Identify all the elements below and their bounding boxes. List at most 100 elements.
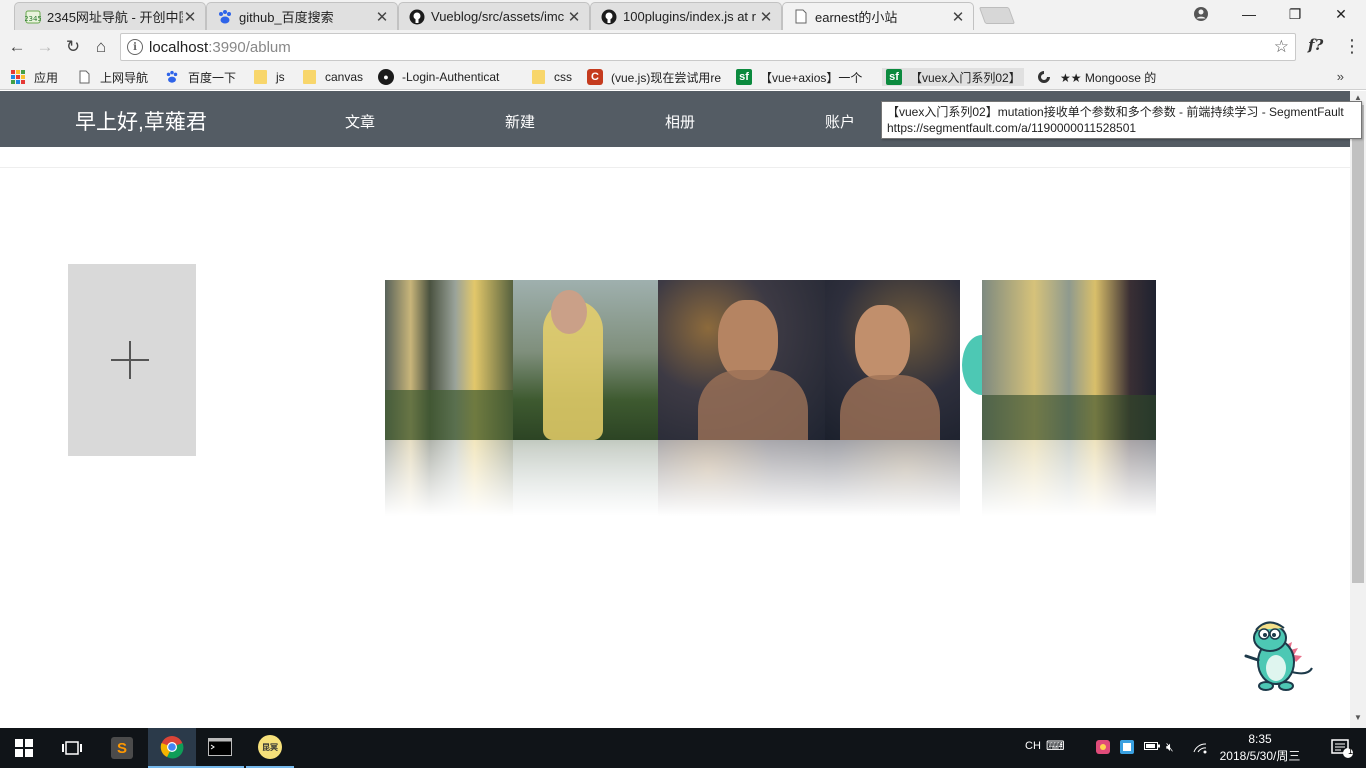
bookmark-label: canvas xyxy=(325,70,364,84)
tab-close-icon[interactable]: ✕ xyxy=(759,8,773,26)
bookmark-login-auth[interactable]: ● -Login-Authenticat xyxy=(378,68,510,86)
bookmark-folder-css[interactable]: css xyxy=(530,68,572,86)
tab-title: earnest的小站 xyxy=(815,10,898,25)
github-icon xyxy=(409,9,425,25)
sublime-text-icon[interactable]: S xyxy=(98,728,146,768)
minimize-button[interactable]: — xyxy=(1226,0,1272,28)
tab-close-icon[interactable]: ✕ xyxy=(951,8,965,26)
album-photo[interactable] xyxy=(825,280,960,440)
address-bar[interactable]: i localhost:3990/ablum ☆ xyxy=(120,33,1296,61)
tab-close-icon[interactable]: ✕ xyxy=(183,8,197,26)
bookmark-shangwang[interactable]: 上网导航 xyxy=(76,68,148,86)
tab-baidu-search[interactable]: github_百度搜索 ✕ xyxy=(206,2,398,30)
bookmarks-overflow-icon[interactable]: » xyxy=(1337,69,1344,84)
bookmark-folder-js[interactable]: js xyxy=(252,68,285,86)
album-photo[interactable] xyxy=(982,280,1156,440)
gap xyxy=(960,280,982,440)
back-button[interactable]: ← xyxy=(6,36,28,58)
bookmark-label: js xyxy=(276,70,285,84)
terminal-icon[interactable] xyxy=(196,728,244,768)
tab-title: Vueblog/src/assets/imc xyxy=(431,9,565,24)
volume-muted-icon[interactable]: 🔇︎ xyxy=(1166,740,1174,755)
github-icon xyxy=(601,9,617,25)
site-info-icon[interactable]: i xyxy=(127,39,143,55)
keyboard-icon[interactable]: ⌨ xyxy=(1046,738,1065,754)
tab-title: github_百度搜索 xyxy=(239,10,334,25)
album-photo[interactable] xyxy=(513,280,658,440)
bookmark-label: -Login-Authenticat xyxy=(402,70,500,84)
close-window-button[interactable]: ✕ xyxy=(1318,0,1364,28)
reload-button[interactable]: ↻ xyxy=(62,36,84,58)
app-badge-icon[interactable]: 昆冥 xyxy=(246,728,294,768)
folder-icon xyxy=(301,69,317,85)
tray-network-app-icon[interactable] xyxy=(1120,740,1134,757)
tab-2345[interactable]: 2345 2345网址导航 - 开创中国 ✕ xyxy=(14,2,206,30)
carousel-reflection xyxy=(385,440,1156,520)
new-tab-button[interactable] xyxy=(978,7,1016,24)
upload-photo-button[interactable] xyxy=(68,264,196,456)
album-photo[interactable] xyxy=(658,280,825,440)
profile-icon[interactable] xyxy=(1178,0,1224,28)
bookmark-baidu[interactable]: 百度一下 xyxy=(164,68,236,86)
bookmark-apps[interactable]: 应用 xyxy=(10,68,58,86)
dinosaur-mascot-icon[interactable] xyxy=(1240,616,1316,696)
windows-taskbar: S 昆冥 CH ⌨ 🔇︎ 8:35 2018/5/30/周三 1 xyxy=(0,728,1366,768)
bookmark-vuejs-csdn[interactable]: C (vue.js)现在尝试用re xyxy=(587,68,721,86)
chrome-icon[interactable] xyxy=(148,728,196,768)
home-button[interactable]: ⌂ xyxy=(90,36,112,58)
bookmark-vuex-02[interactable]: sf 【vuex入门系列02】 xyxy=(882,68,1024,86)
page-viewport: 早上好,草薙君 文章 新建 相册 账户 xyxy=(0,91,1350,728)
nav-album[interactable]: 相册 xyxy=(665,111,695,132)
photo-carousel[interactable] xyxy=(385,280,1156,440)
gear-icon xyxy=(1036,69,1052,85)
tab-close-icon[interactable]: ✕ xyxy=(375,8,389,26)
csdn-icon: C xyxy=(587,69,603,85)
baidu-paw-icon xyxy=(217,9,233,25)
bookmark-star-icon[interactable]: ☆ xyxy=(1274,37,1289,57)
notifications-icon[interactable]: 1 xyxy=(1318,728,1366,768)
page-scrollbar[interactable]: ▲ ▼ xyxy=(1350,91,1366,728)
apps-grid-icon xyxy=(10,69,26,85)
wifi-icon[interactable] xyxy=(1192,740,1208,757)
nav-account[interactable]: 账户 xyxy=(825,111,855,132)
tab-close-icon[interactable]: ✕ xyxy=(567,8,581,26)
site-greeting: 早上好,草薙君 xyxy=(75,111,207,134)
system-clock[interactable]: 8:35 2018/5/30/周三 xyxy=(1218,731,1302,765)
task-view-icon[interactable] xyxy=(48,728,96,768)
scrollbar-thumb[interactable] xyxy=(1352,105,1364,583)
bookmark-mongoose[interactable]: ★★ Mongoose 的 xyxy=(1036,68,1160,86)
tab-earnest-active[interactable]: earnest的小站 ✕ xyxy=(782,2,974,30)
tab-vueblog[interactable]: Vueblog/src/assets/imc ✕ xyxy=(398,2,590,30)
bookmark-label: 【vuex入门系列02】 xyxy=(910,70,1020,85)
notification-count: 1 xyxy=(1348,746,1354,756)
bookmark-folder-canvas[interactable]: canvas xyxy=(301,68,363,86)
tooltip-title: 【vuex入门系列02】mutation接收单个参数和多个参数 - 前端持续学习… xyxy=(887,105,1344,119)
browser-menu-icon[interactable]: ⋮ xyxy=(1343,36,1361,57)
tab-strip: 2345 2345网址导航 - 开创中国 ✕ github_百度搜索 ✕ Vue… xyxy=(0,0,1366,30)
windows-start-icon[interactable] xyxy=(0,728,48,768)
nav-articles[interactable]: 文章 xyxy=(345,111,375,132)
page-icon xyxy=(76,69,92,85)
bookmark-label: 上网导航 xyxy=(100,70,149,85)
ime-indicator[interactable]: CH xyxy=(1025,740,1041,752)
nav-new-post[interactable]: 新建 xyxy=(505,111,535,132)
clock-time: 8:35 xyxy=(1248,732,1272,746)
bookmark-label: 【vue+axios】一个 xyxy=(760,70,863,85)
segmentfault-icon: sf xyxy=(886,69,902,85)
url-host: localhost xyxy=(149,38,209,56)
svg-text:2345: 2345 xyxy=(25,15,41,23)
restore-button[interactable]: ❐ xyxy=(1272,0,1318,28)
battery-icon[interactable] xyxy=(1144,740,1160,755)
album-photo[interactable] xyxy=(385,280,513,440)
bookmark-vue-axios[interactable]: sf 【vue+axios】一个 xyxy=(736,68,868,86)
scroll-down-icon[interactable]: ▼ xyxy=(1354,713,1362,722)
bookmark-label: ★★ Mongoose 的 xyxy=(1060,70,1157,85)
tab-100plugins[interactable]: 100plugins/index.js at r ✕ xyxy=(590,2,782,30)
folder-icon xyxy=(252,69,268,85)
folder-icon xyxy=(530,69,546,85)
extension-icon[interactable]: f? xyxy=(1308,36,1323,54)
tray-app-icon[interactable] xyxy=(1096,740,1110,757)
segmentfault-icon: sf xyxy=(736,69,752,85)
github-icon: ● xyxy=(378,69,394,85)
forward-button[interactable]: → xyxy=(34,36,56,58)
